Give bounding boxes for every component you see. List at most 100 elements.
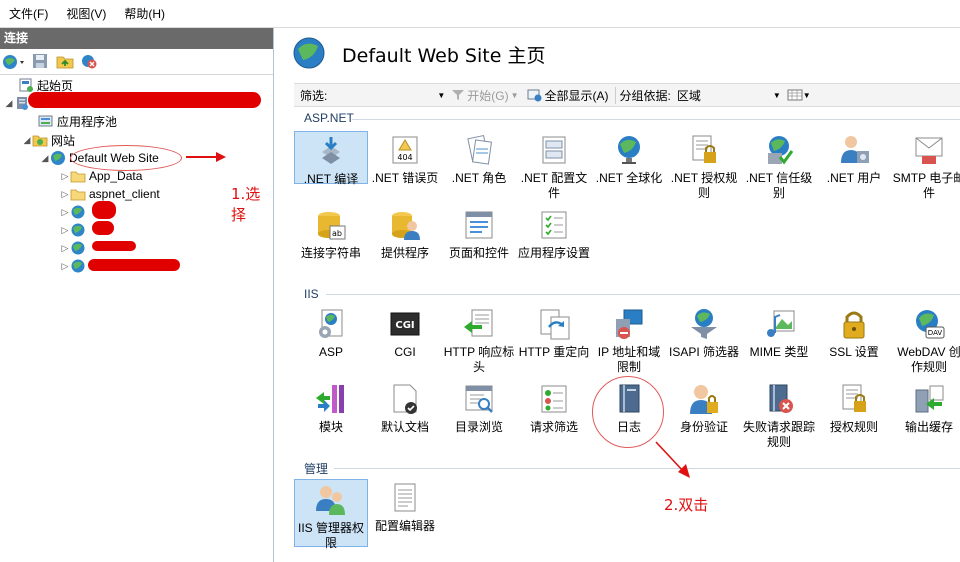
- isapi-filter-icon: [687, 307, 721, 341]
- feature-directory-browsing[interactable]: 目录浏览: [442, 382, 516, 435]
- feature-webdav-authoring-rules[interactable]: DAV WebDAV 创作规则: [892, 307, 960, 375]
- feature-net-error-pages[interactable]: 404 .NET 错误页: [368, 133, 442, 186]
- globe-large-icon: [292, 36, 326, 73]
- feature-app-settings[interactable]: 应用程序设置: [517, 208, 591, 261]
- app-settings-icon: [537, 208, 571, 242]
- feature-mime-types[interactable]: MIME 类型: [742, 307, 816, 360]
- disconnect-icon[interactable]: [80, 53, 98, 71]
- feature-authorization-rules[interactable]: 授权规则: [817, 382, 891, 435]
- view-toggle-button[interactable]: ▼: [787, 88, 811, 102]
- feature-http-response-headers[interactable]: HTTP 响应标头: [442, 307, 516, 375]
- feature-request-filtering[interactable]: 请求筛选: [517, 382, 591, 435]
- failed-trace-icon: [762, 382, 796, 416]
- feature-pages-controls[interactable]: 页面和控件: [442, 208, 516, 261]
- section-title-aspnet: ASP.NET: [304, 111, 354, 125]
- filter-input[interactable]: [327, 86, 437, 104]
- feature-net-users[interactable]: .NET 用户: [817, 133, 891, 186]
- feature-http-redirect[interactable]: HTTP 重定向: [517, 307, 591, 360]
- menu-bar: 文件(F) 视图(V) 帮助(H): [0, 0, 960, 28]
- feature-net-authorization[interactable]: .NET 授权规则: [667, 133, 741, 201]
- app-pools-label: 应用程序池: [57, 114, 118, 129]
- globe-icon: [70, 240, 86, 256]
- save-icon[interactable]: [32, 53, 50, 71]
- feature-net-trust-levels[interactable]: .NET 信任级别: [742, 133, 816, 201]
- feature-cgi[interactable]: CGI CGI: [368, 307, 442, 360]
- globe-icon: [70, 258, 86, 274]
- group-by-select[interactable]: 区域: [677, 87, 773, 104]
- expand-arrow-icon[interactable]: ▷: [60, 171, 70, 182]
- connections-pane: 连接 起始页 ◢ 应用程序池 ◢ 网站 ◢ Default Web Site 1…: [0, 28, 274, 562]
- svg-text:DAV: DAV: [928, 329, 943, 337]
- app-data-label: App_Data: [89, 169, 143, 183]
- tree-node-redacted-1[interactable]: ▷: [60, 203, 89, 221]
- profile-icon: [537, 133, 571, 167]
- section-title-manage: 管理: [304, 462, 329, 476]
- roles-icon: [462, 133, 496, 167]
- redirect-icon: [537, 307, 571, 341]
- feature-isapi-filters[interactable]: ISAPI 筛选器: [667, 307, 741, 360]
- svg-text:ab: ab: [332, 229, 342, 238]
- smtp-email-icon: [912, 133, 946, 167]
- feature-authentication[interactable]: 身份验证: [667, 382, 741, 435]
- expand-arrow-icon[interactable]: ▷: [60, 261, 70, 272]
- error-page-icon: 404: [388, 133, 422, 167]
- expand-arrow-icon[interactable]: ▷: [60, 189, 70, 200]
- feature-net-profile[interactable]: .NET 配置文件: [517, 133, 591, 201]
- cgi-icon: CGI: [388, 307, 422, 341]
- chevron-down-icon[interactable]: ▼: [773, 91, 781, 100]
- feature-configuration-editor[interactable]: 配置编辑器: [368, 481, 442, 534]
- modules-icon: [314, 382, 348, 416]
- feature-modules[interactable]: 模块: [294, 382, 368, 435]
- feature-failed-request-tracing[interactable]: 失败请求跟踪规则: [742, 382, 816, 450]
- section-title-iis: IIS: [304, 287, 319, 301]
- collapse-arrow-icon[interactable]: ◢: [4, 98, 14, 109]
- collapse-arrow-icon[interactable]: ◢: [22, 135, 32, 146]
- feature-iis-manager-permissions[interactable]: IIS 管理器权限: [294, 479, 368, 550]
- pages-controls-icon: [462, 208, 496, 242]
- mime-types-icon: [762, 307, 796, 341]
- sites-folder-icon: [32, 132, 48, 148]
- directory-browsing-icon: [462, 382, 496, 416]
- globe-icon: [70, 222, 86, 238]
- feature-providers[interactable]: 提供程序: [368, 208, 442, 261]
- feature-output-caching[interactable]: 输出缓存: [892, 382, 960, 435]
- show-all-button[interactable]: 全部显示(A): [527, 87, 609, 104]
- tree-node-app-data[interactable]: ▷ App_Data: [60, 167, 143, 185]
- filter-label: 筛选:: [300, 88, 328, 103]
- tree-node-redacted-2[interactable]: ▷: [60, 221, 89, 239]
- connect-globe-icon[interactable]: [2, 53, 24, 71]
- tree-node-sites[interactable]: ◢ 网站: [22, 131, 75, 149]
- start-filter-button[interactable]: 开始(G) ▼: [451, 87, 519, 104]
- expand-arrow-icon[interactable]: ▷: [60, 207, 70, 218]
- collapse-arrow-icon[interactable]: ◢: [40, 153, 50, 164]
- globe-icon: [612, 133, 646, 167]
- feature-net-compilation[interactable]: .NET 编译: [294, 131, 368, 186]
- up-folder-icon[interactable]: [56, 53, 74, 71]
- compile-icon: [314, 134, 348, 168]
- feature-net-globalization[interactable]: .NET 全球化: [592, 133, 666, 186]
- feature-ssl-settings[interactable]: SSL 设置: [817, 307, 891, 360]
- authorization-icon: [687, 133, 721, 167]
- start-page-icon: [18, 77, 34, 93]
- users-icon: [837, 133, 871, 167]
- feature-asp[interactable]: ASP: [294, 307, 368, 360]
- arrow-2-icon: [655, 441, 690, 478]
- section-divider: [352, 119, 960, 120]
- tree-node-redacted-3[interactable]: ▷: [60, 239, 89, 257]
- start-page-label: 起始页: [37, 78, 74, 93]
- menu-help[interactable]: 帮助(H): [115, 0, 174, 28]
- tree-node-redacted-4[interactable]: ▷: [60, 257, 89, 275]
- feature-smtp-email[interactable]: SMTP 电子邮件: [892, 133, 960, 201]
- feature-net-roles[interactable]: .NET 角色: [442, 133, 516, 186]
- connections-tree: 起始页 ◢ 应用程序池 ◢ 网站 ◢ Default Web Site 1.选择…: [0, 75, 273, 555]
- menu-view[interactable]: 视图(V): [57, 0, 115, 28]
- expand-arrow-icon[interactable]: ▷: [60, 225, 70, 236]
- expand-arrow-icon[interactable]: ▷: [60, 243, 70, 254]
- feature-default-document[interactable]: 默认文档: [368, 382, 442, 435]
- menu-file[interactable]: 文件(F): [0, 0, 57, 28]
- chevron-down-icon[interactable]: ▼: [437, 91, 445, 100]
- feature-connection-strings[interactable]: ab 连接字符串: [294, 208, 368, 261]
- page-header: Default Web Site 主页: [292, 36, 545, 73]
- feature-ip-domain-restrictions[interactable]: IP 地址和域限制: [592, 307, 666, 375]
- tree-node-app-pools[interactable]: 应用程序池: [28, 112, 117, 130]
